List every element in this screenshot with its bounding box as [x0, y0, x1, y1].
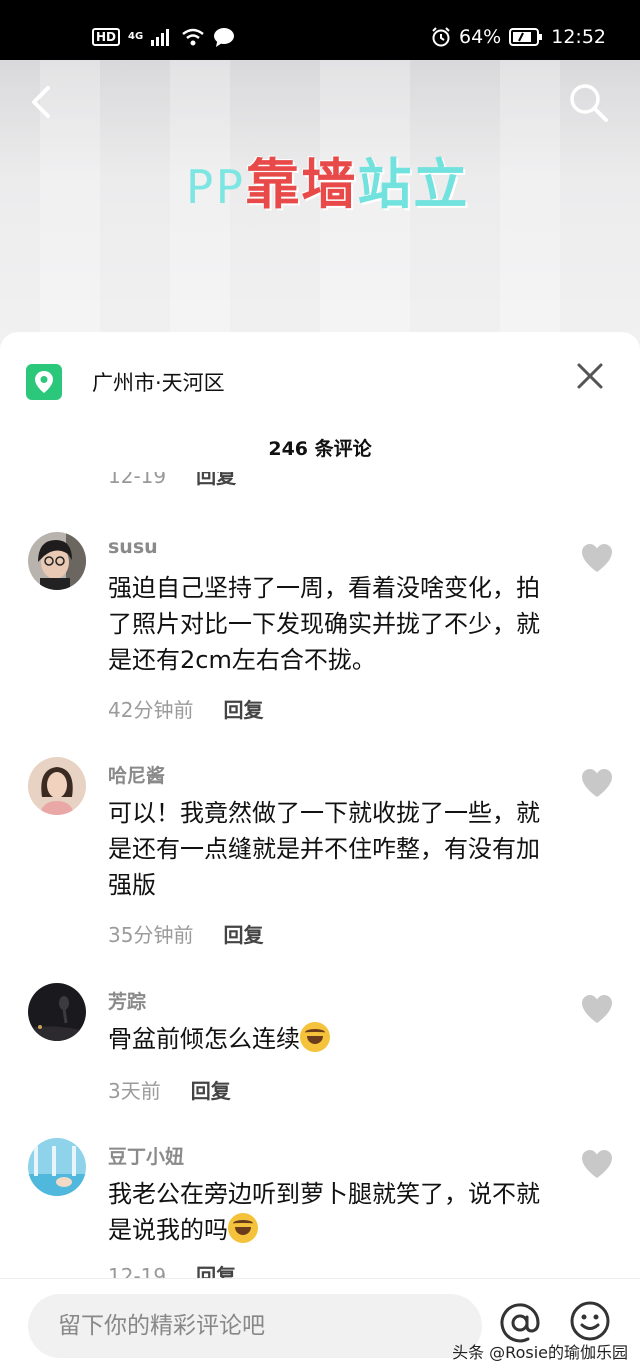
laugh-cry-emoji-icon	[300, 1022, 330, 1052]
reply-button[interactable]: 回复	[223, 698, 263, 722]
message-icon	[214, 28, 235, 47]
close-button[interactable]	[570, 356, 610, 396]
alarm-icon	[432, 27, 450, 47]
signal-icon	[151, 29, 170, 46]
avatar[interactable]	[28, 1138, 86, 1196]
video-caption: PP靠墙站立	[186, 140, 469, 219]
comment-time: 3天前	[108, 1079, 161, 1103]
heart-icon[interactable]	[580, 1148, 614, 1180]
clock: 12:52	[551, 26, 606, 48]
watermark: 头条 @Rosie的瑜伽乐园	[452, 1343, 628, 1362]
comment-author[interactable]: susu	[108, 536, 158, 558]
caption-cyan: 站立	[357, 153, 470, 216]
comment-input[interactable]: 留下你的精彩评论吧	[28, 1294, 482, 1358]
avatar[interactable]	[28, 757, 86, 815]
back-button[interactable]	[20, 80, 64, 124]
heart-icon[interactable]	[580, 542, 614, 574]
location-pin-icon	[26, 364, 62, 400]
reply-button[interactable]: 回复	[191, 1079, 231, 1103]
search-button[interactable]	[566, 80, 610, 124]
battery-percent: 64%	[459, 26, 502, 48]
smiley-icon	[570, 1301, 610, 1341]
comment-author[interactable]: 芳踪	[108, 987, 146, 1014]
comment-text: 我老公在旁边听到萝卜腿就笑了，说不就是说我的吗	[108, 1180, 540, 1244]
comment-text: 可以！我竟然做了一下就收拢了一些，就是还有一点缝就是并不住咋整，有没有加强版	[108, 799, 540, 899]
caption-red: 靠墙	[245, 153, 358, 216]
wifi-icon	[182, 28, 204, 46]
comment-list[interactable]: 12-19 回复 susu 强迫自己坚持了一周，看着没啥变化，拍了照片对比一下发现…	[0, 472, 640, 1278]
comment-sheet: 广州市·天河区 246 条评论 12-19 回复 susu 强迫自己坚持了一周，…	[0, 332, 640, 1369]
comment-meta: 35分钟前 回复	[108, 919, 263, 948]
partial-comment-meta: 12-19 回复	[108, 472, 237, 488]
emoji-button[interactable]	[568, 1299, 612, 1343]
hd-indicator: HD	[92, 28, 121, 46]
battery-icon	[509, 28, 543, 46]
comment-time: 35分钟前	[108, 923, 194, 947]
location-row[interactable]: 广州市·天河区	[26, 362, 225, 402]
comment-time: 42分钟前	[108, 698, 194, 722]
status-bar: HD 4G 64% 12:52	[0, 0, 640, 60]
comment-text: 强迫自己坚持了一周，看着没啥变化，拍了照片对比一下发现确实并拢了不少，就是还有2…	[108, 574, 540, 674]
location-text: 广州市·天河区	[92, 371, 225, 395]
partial-comment-meta: 12-19 回复	[108, 1264, 237, 1278]
caption-pp: PP	[186, 160, 246, 214]
comment-meta: 42分钟前 回复	[108, 694, 263, 723]
search-icon	[570, 84, 608, 122]
comment-author[interactable]: 哈尼酱	[108, 761, 165, 788]
avatar[interactable]	[28, 983, 86, 1041]
heart-icon[interactable]	[580, 767, 614, 799]
comment-input-bar: 留下你的精彩评论吧 头条 @Rosie的瑜伽乐园	[0, 1278, 640, 1369]
video-preview[interactable]: PP靠墙站立	[0, 60, 640, 360]
avatar[interactable]	[28, 532, 86, 590]
comment-text: 骨盆前倾怎么连续	[108, 1021, 548, 1057]
heart-icon[interactable]	[580, 993, 614, 1025]
network-type: 4G	[128, 31, 144, 42]
comment-author[interactable]: 豆丁小妞	[108, 1142, 184, 1169]
comment-meta: 3天前 回复	[108, 1075, 231, 1104]
curtain-fold	[500, 60, 560, 360]
chevron-left-icon	[32, 86, 50, 118]
reply-button[interactable]: 回复	[223, 923, 263, 947]
close-icon	[577, 363, 603, 389]
laugh-cry-emoji-icon	[228, 1213, 258, 1243]
comment-count: 246 条评论	[268, 438, 372, 460]
